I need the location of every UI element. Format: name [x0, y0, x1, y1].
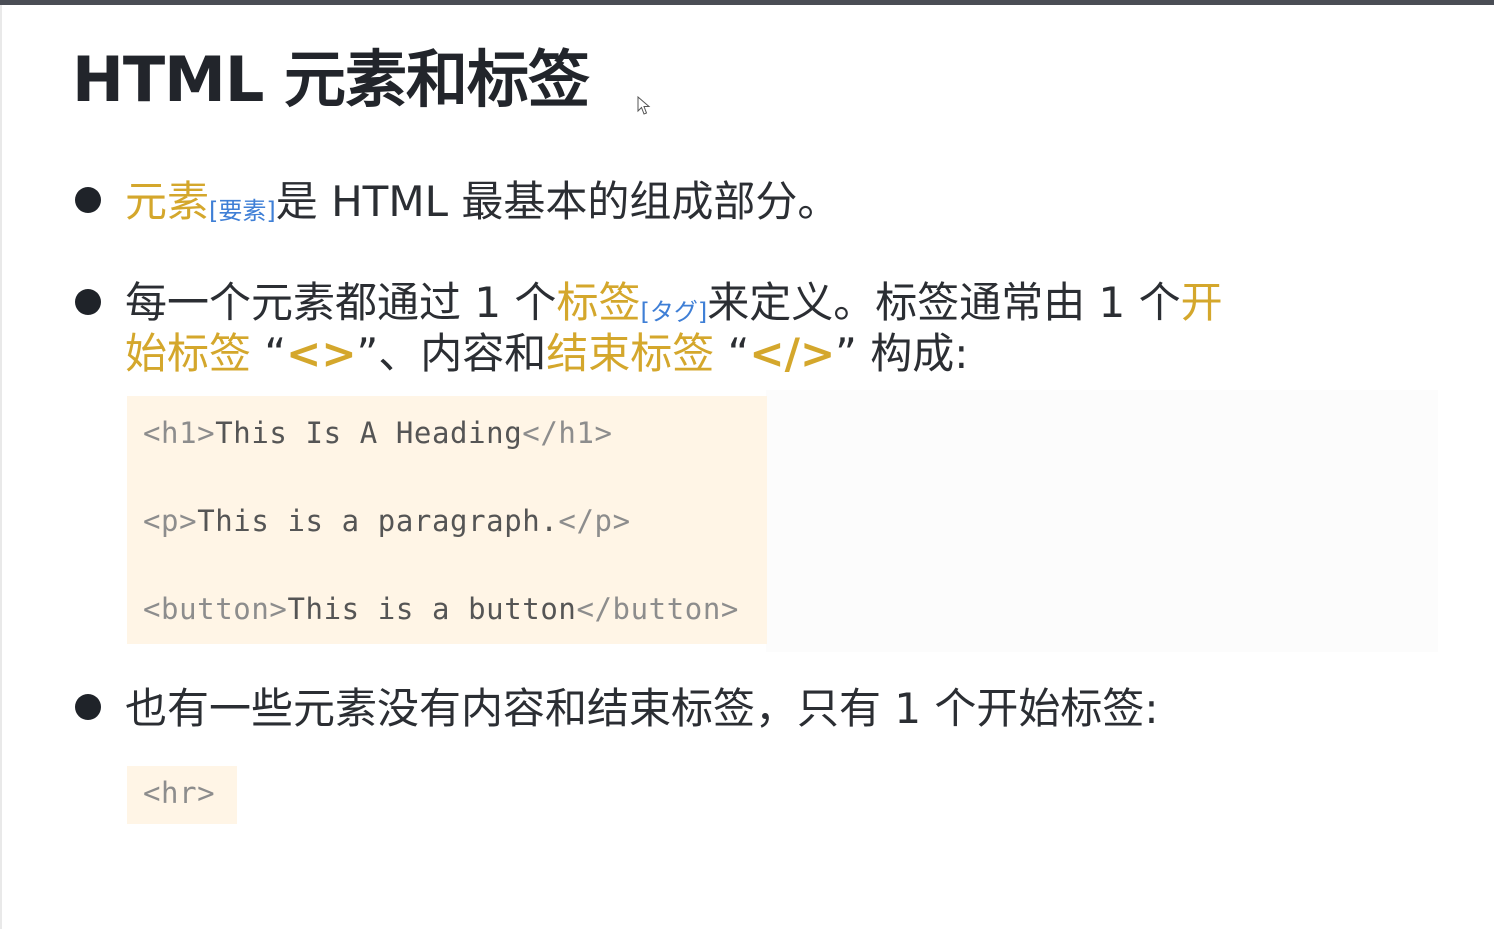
- slide-left-edge: [0, 5, 2, 929]
- code-block-examples: <h1>This Is A Heading</h1> <p>This is a …: [127, 396, 767, 644]
- bullet-3-text: 也有一些元素没有内容和结束标签，只有 1 个开始标签:: [125, 684, 1159, 733]
- mouse-cursor-icon: [637, 96, 651, 115]
- start-tag-symbol: <>: [286, 329, 357, 378]
- bullet-2-text-d: ” 构成:: [835, 329, 969, 378]
- code-close-tag: </h1>: [522, 416, 613, 450]
- code-open-tag: <p>: [143, 504, 198, 538]
- bullet-dot-2: [75, 289, 101, 315]
- code-close-tag: </p>: [558, 504, 631, 538]
- slide-title: HTML 元素和标签: [72, 43, 590, 116]
- code-content: This Is A Heading: [215, 416, 523, 450]
- bullet-1-text: 是 HTML 最基本的组成部分。: [275, 177, 840, 226]
- term-element: 元素: [125, 177, 210, 226]
- term-start-tag-part-1: 开: [1180, 278, 1223, 327]
- term-start-tag-part-2: 始标签: [125, 329, 252, 378]
- bullet-dot-1: [75, 187, 101, 213]
- code-block-hr: <hr>: [127, 766, 237, 824]
- annotation-element: [要素]: [209, 197, 276, 225]
- term-end-tag: 结束标签: [546, 329, 715, 378]
- bullet-text-2-line-2: 始标签 “<>”、内容和结束标签 “</>” 构成:: [125, 328, 968, 379]
- code-line-h1: <h1>This Is A Heading</h1>: [143, 416, 613, 450]
- code-close-tag: </button>: [576, 592, 739, 626]
- bullet-2-text-b: 来定义。标签通常由 1 个: [707, 278, 1181, 327]
- end-tag-symbol: </>: [749, 329, 836, 378]
- code-open-tag: <button>: [143, 592, 288, 626]
- bullet-text-3: 也有一些元素没有内容和结束标签，只有 1 个开始标签:: [125, 683, 1159, 734]
- code-hr-tag: <hr>: [143, 776, 216, 810]
- code-line-hr: <hr>: [143, 776, 215, 810]
- code-line-p: <p>This is a paragraph.</p>: [143, 504, 631, 538]
- annotation-tag: [タグ]: [640, 298, 708, 326]
- code-line-button: <button>This is a button</button>: [143, 592, 739, 626]
- quote-open-2: “: [714, 329, 750, 378]
- window-top-bar: [0, 0, 1494, 5]
- code-content: This is a button: [287, 592, 577, 626]
- bullet-2-text-a: 每一个元素都通过 1 个: [125, 278, 557, 327]
- bullet-2-text-c: ”、内容和: [356, 329, 547, 378]
- code-open-tag: <h1>: [143, 416, 216, 450]
- code-panel-background: [766, 390, 1438, 652]
- term-tag: 标签: [556, 278, 641, 327]
- quote-open-1: “: [251, 329, 287, 378]
- bullet-text-1: 元素[要素]是 HTML 最基本的组成部分。: [125, 176, 839, 237]
- bullet-dot-3: [75, 694, 101, 720]
- code-content: This is a paragraph.: [197, 504, 559, 538]
